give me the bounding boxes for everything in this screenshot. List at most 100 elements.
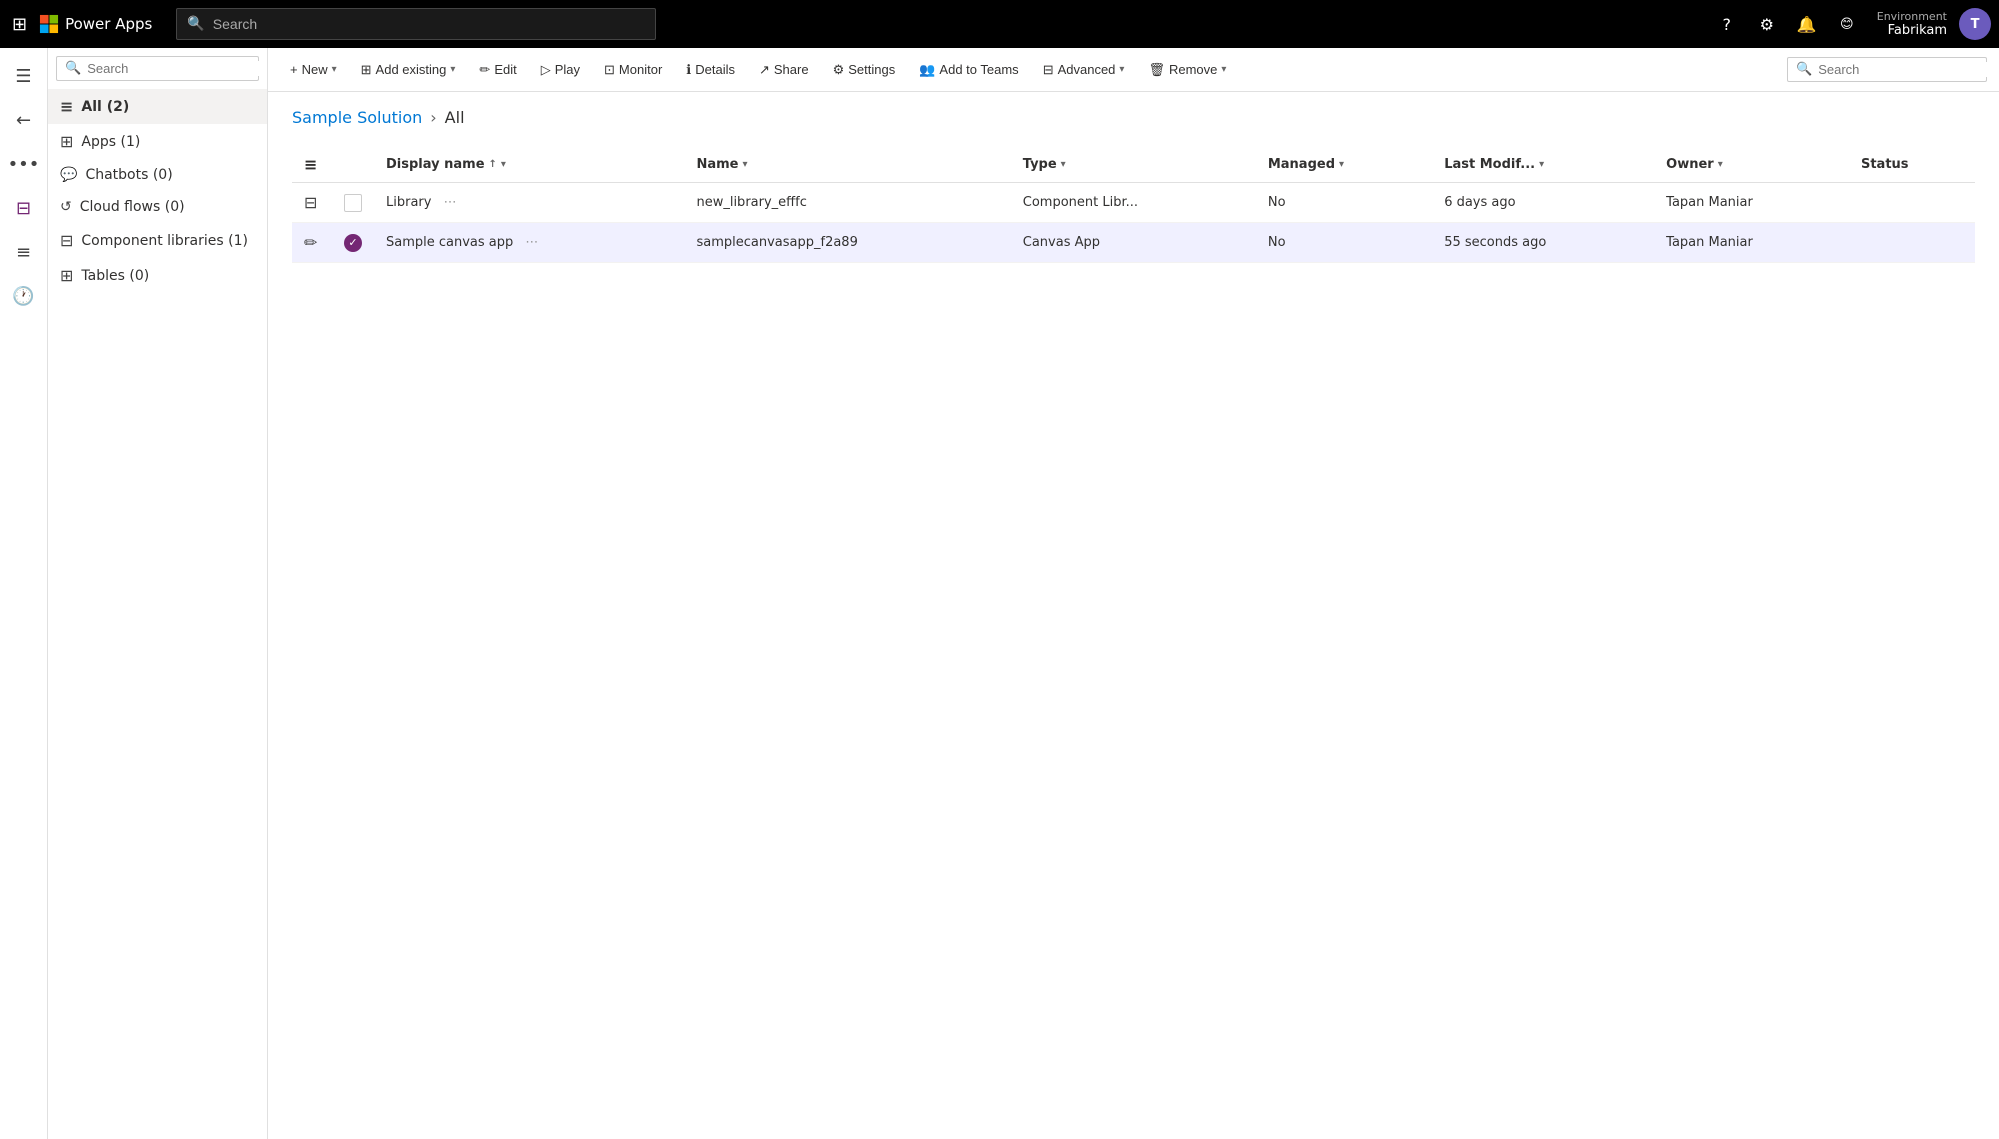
nav-expand-icon[interactable]: ☰	[4, 56, 44, 96]
add-existing-icon: ⊞	[361, 62, 372, 78]
sidebar-item-tables-label: Tables (0)	[81, 268, 255, 284]
add-existing-chevron-icon: ▾	[450, 64, 455, 75]
th-managed[interactable]: Managed ▾	[1256, 147, 1432, 183]
sort-asc-icon: ↑	[489, 159, 497, 170]
breadcrumb-parent-link[interactable]: Sample Solution	[292, 108, 422, 127]
row1-last-modified-cell: 6 days ago	[1432, 183, 1654, 223]
table-body: ⊟ Library ⋯ new_library_efffc	[292, 183, 1975, 263]
row1-owner: Tapan Maniar	[1666, 195, 1753, 210]
topbar-search-input[interactable]	[213, 16, 646, 32]
table-row[interactable]: ✏ ✓ Sample canvas app ⋯ samplecanvasapp_…	[292, 223, 1975, 263]
th-display-name[interactable]: Display name ↑ ▾	[374, 147, 684, 183]
row1-display-name-cell: Library ⋯	[374, 183, 684, 223]
th-type[interactable]: Type ▾	[1011, 147, 1256, 183]
row1-select-cell[interactable]	[332, 183, 374, 223]
th-status[interactable]: Status	[1849, 147, 1975, 183]
edit-button[interactable]: ✏ Edit	[469, 56, 526, 84]
add-to-teams-button[interactable]: 👥 Add to Teams	[909, 56, 1028, 84]
new-button[interactable]: + New ▾	[280, 56, 347, 83]
row1-display-name: Library	[386, 195, 431, 210]
user-avatar[interactable]: T	[1959, 8, 1991, 40]
row2-select-cell[interactable]: ✓	[332, 223, 374, 263]
environment-selector[interactable]: Environment Fabrikam	[1869, 10, 1955, 38]
topbar-search-box[interactable]: 🔍	[176, 8, 656, 40]
play-button[interactable]: ▷ Play	[531, 56, 590, 84]
new-button-label: New	[302, 62, 328, 77]
row1-managed-cell: No	[1256, 183, 1432, 223]
sidebar-search-box[interactable]: 🔍	[56, 56, 259, 81]
th-name[interactable]: Name ▾	[684, 147, 1010, 183]
details-icon: ℹ	[686, 62, 691, 78]
settings-cmd-button[interactable]: ⚙ Settings	[823, 56, 906, 84]
row2-canvas-app-icon: ✏	[304, 233, 317, 252]
row2-owner-cell: Tapan Maniar	[1654, 223, 1849, 263]
waffle-icon[interactable]: ⊞	[8, 10, 31, 39]
advanced-chevron-icon: ▾	[1119, 64, 1124, 75]
command-bar: + New ▾ ⊞ Add existing ▾ ✏ Edit ▷ Play ⊡…	[268, 48, 1999, 92]
advanced-button[interactable]: ⊟ Advanced ▾	[1033, 56, 1135, 84]
th-last-modified[interactable]: Last Modif... ▾	[1432, 147, 1654, 183]
row2-more-icon[interactable]: ⋯	[525, 235, 538, 250]
apps-icon[interactable]: ⊟	[4, 188, 44, 228]
sidebar-search-input[interactable]	[87, 61, 263, 76]
remove-chevron-icon: ▾	[1221, 64, 1226, 75]
th-last-modified-chevron: ▾	[1539, 159, 1544, 170]
sidebar-item-apps[interactable]: ⊞ Apps (1)	[48, 124, 267, 159]
add-to-teams-icon: 👥	[919, 62, 935, 78]
lists-icon[interactable]: ≡	[4, 232, 44, 272]
th-list-icon[interactable]: ≡	[292, 147, 332, 183]
row2-type-cell: Canvas App	[1011, 223, 1256, 263]
sidebar-item-chatbots[interactable]: 💬 Chatbots (0)	[48, 159, 267, 191]
sidebar-item-componentlibs[interactable]: ⊟ Component libraries (1)	[48, 223, 267, 258]
back-icon[interactable]: ←	[4, 100, 44, 140]
share-button[interactable]: ↗ Share	[749, 56, 819, 84]
tables-icon: ⊞	[60, 266, 73, 285]
sidebar-item-chatbots-label: Chatbots (0)	[85, 167, 255, 183]
commandbar-search-input[interactable]	[1818, 62, 1994, 77]
settings-icon[interactable]: ⚙	[1749, 6, 1785, 42]
notifications-icon[interactable]: 🔔	[1789, 6, 1825, 42]
row1-name: new_library_efffc	[696, 195, 806, 210]
env-name: Fabrikam	[1888, 23, 1947, 38]
sidebar-item-all[interactable]: ≡ All (2)	[48, 89, 267, 124]
th-owner-chevron: ▾	[1718, 159, 1723, 170]
row2-status-cell	[1849, 223, 1975, 263]
monitor-button-label: Monitor	[619, 62, 662, 77]
feedback-icon[interactable]: 😊	[1829, 6, 1865, 42]
help-icon[interactable]: ?	[1709, 6, 1745, 42]
sidebar-item-cloudflows[interactable]: ↺ Cloud flows (0)	[48, 191, 267, 223]
content-area: Sample Solution › All ≡ Display name	[268, 92, 1999, 1139]
th-display-name-label: Display name	[386, 157, 485, 172]
th-managed-label: Managed	[1268, 157, 1335, 172]
topbar: ⊞ Power Apps 🔍 ? ⚙ 🔔 😊 Environment Fabri…	[0, 0, 1999, 48]
app-body: ☰ ← ••• ⊟ ≡ 🕐 🔍 ≡ All (2) ⊞ Apps (1) 💬 C…	[0, 48, 1999, 1139]
add-existing-button[interactable]: ⊞ Add existing ▾	[351, 56, 466, 84]
th-type-label: Type	[1023, 157, 1057, 172]
row1-component-lib-icon: ⊟	[304, 193, 317, 212]
cloudflows-icon: ↺	[60, 199, 72, 215]
row1-type-cell: Component Libr...	[1011, 183, 1256, 223]
row1-checkbox[interactable]	[344, 194, 362, 212]
breadcrumb: Sample Solution › All	[292, 108, 1975, 127]
row1-last-modified: 6 days ago	[1444, 195, 1515, 210]
th-name-label: Name	[696, 157, 738, 172]
row1-list-icon-cell: ⊟	[292, 183, 332, 223]
commandbar-search-box[interactable]: 🔍	[1787, 57, 1987, 82]
monitor-button[interactable]: ⊡ Monitor	[594, 56, 672, 84]
all-icon: ≡	[60, 97, 73, 116]
row2-checkbox[interactable]: ✓	[344, 234, 362, 252]
remove-button-label: Remove	[1169, 62, 1217, 77]
history-icon[interactable]: 🕐	[4, 276, 44, 316]
table-row[interactable]: ⊟ Library ⋯ new_library_efffc	[292, 183, 1975, 223]
remove-button[interactable]: 🗑 Remove ▾	[1138, 56, 1236, 84]
sidebar-item-tables[interactable]: ⊞ Tables (0)	[48, 258, 267, 293]
th-managed-chevron: ▾	[1339, 159, 1344, 170]
th-owner[interactable]: Owner ▾	[1654, 147, 1849, 183]
details-button[interactable]: ℹ Details	[676, 56, 745, 84]
row1-type: Component Libr...	[1023, 195, 1138, 210]
row1-more-icon[interactable]: ⋯	[444, 195, 457, 210]
more-icon[interactable]: •••	[4, 144, 44, 184]
sort-chevron-icon: ▾	[501, 159, 506, 170]
row1-owner-cell: Tapan Maniar	[1654, 183, 1849, 223]
app-logo: Power Apps	[39, 14, 152, 34]
